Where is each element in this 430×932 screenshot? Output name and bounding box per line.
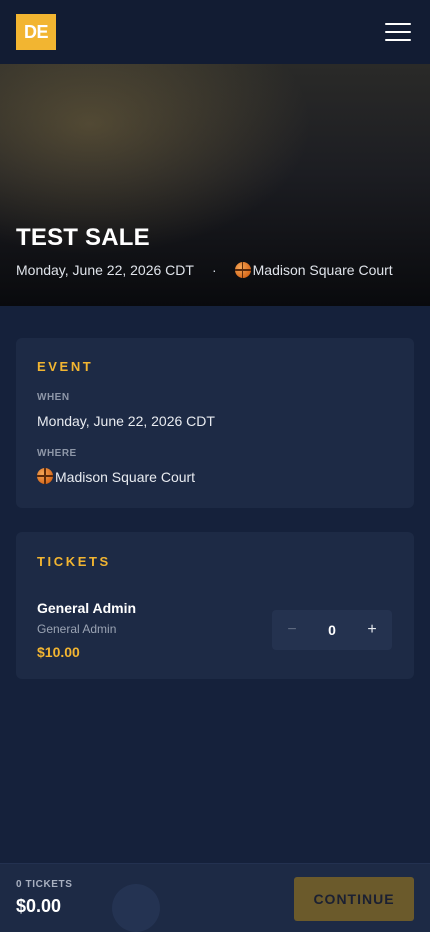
event-date: Monday, June 22, 2026 CDT bbox=[16, 262, 194, 278]
menu-line bbox=[385, 31, 411, 33]
event-page: DE TEST SALE Monday, June 22, 2026 CDT ·… bbox=[0, 0, 430, 932]
quantity-value: 0 bbox=[328, 622, 336, 638]
basketball-icon bbox=[37, 468, 53, 484]
where-label: WHERE bbox=[37, 448, 77, 459]
tickets-card: TICKETS General Admin General Admin $10.… bbox=[16, 532, 414, 679]
event-title: TEST SALE bbox=[16, 224, 150, 251]
brand-logo[interactable]: DE bbox=[16, 14, 56, 50]
top-nav-bar: DE bbox=[0, 0, 430, 64]
where-value: Madison Square Court bbox=[55, 469, 196, 485]
order-total: $0.00 bbox=[16, 896, 62, 916]
background-blur-shape bbox=[112, 884, 160, 932]
menu-line bbox=[385, 23, 411, 25]
continue-button[interactable]: CONTINUE bbox=[294, 877, 414, 921]
ticket-name: General Admin bbox=[37, 600, 137, 616]
event-details-card: EVENT WHEN Monday, June 22, 2026 CDT WHE… bbox=[16, 338, 414, 508]
hamburger-menu-icon[interactable] bbox=[382, 16, 414, 48]
meta-separator: · bbox=[211, 262, 217, 278]
event-venue: Madison Square Court bbox=[252, 262, 393, 278]
basketball-icon bbox=[234, 262, 251, 278]
ticket-price: $10.00 bbox=[37, 644, 80, 660]
tickets-section-label: TICKETS bbox=[37, 554, 111, 569]
event-section-label: EVENT bbox=[37, 359, 94, 374]
menu-line bbox=[385, 39, 411, 41]
where-value-row: Madison Square Court bbox=[37, 468, 195, 485]
event-hero: TEST SALE Monday, June 22, 2026 CDT · Ma… bbox=[0, 64, 430, 306]
checkout-bar: 0 TICKETS $0.00 CONTINUE bbox=[0, 863, 430, 932]
decrease-quantity-button[interactable]: − bbox=[272, 610, 312, 650]
when-value: Monday, June 22, 2026 CDT bbox=[37, 413, 215, 429]
event-meta: Monday, June 22, 2026 CDT · Madison Squa… bbox=[16, 262, 414, 278]
ticket-description: General Admin bbox=[37, 622, 117, 636]
when-label: WHEN bbox=[37, 392, 70, 403]
ticket-count: 0 TICKETS bbox=[16, 879, 73, 890]
increase-quantity-button[interactable]: + bbox=[352, 610, 392, 650]
quantity-stepper: − 0 + bbox=[272, 610, 392, 650]
